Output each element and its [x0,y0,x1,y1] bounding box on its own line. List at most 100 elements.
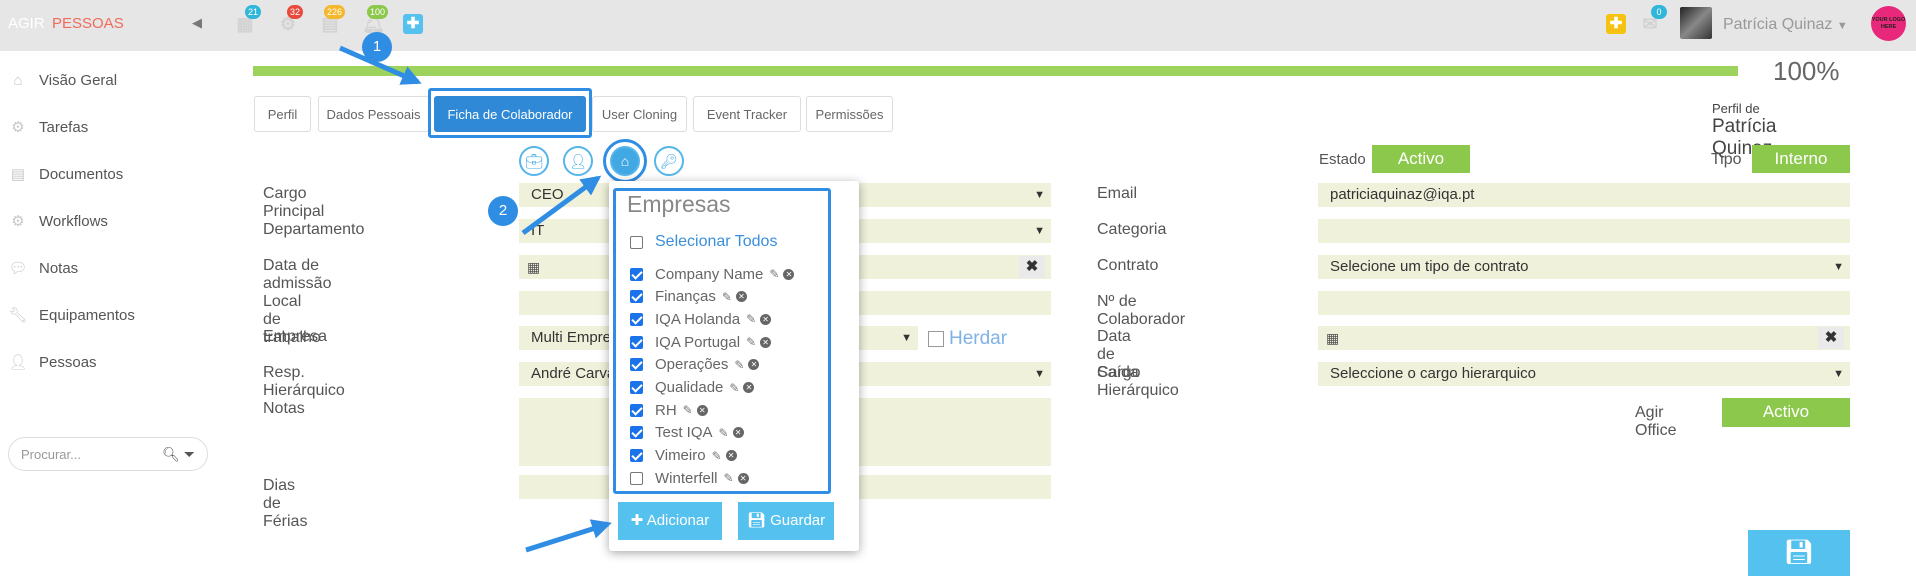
sidebar-item-notas[interactable]: 💬︎ Notas [8,253,78,283]
sidebar-item-documentos[interactable]: ▤ Documentos [8,159,123,189]
filter-icon[interactable]: ⏷ [184,446,195,462]
notifications-badge: 100 [367,5,389,19]
chevron-down-icon: ▼ [901,332,912,344]
key-icon[interactable]: 🔑︎ [654,146,684,176]
brand-pessoas[interactable]: PESSOAS [52,15,124,32]
building-icon-highlight [603,139,647,183]
user-name: Patrícia Quinaz [1723,16,1833,33]
chevron-down-icon: ▼ [1034,189,1045,201]
step-badge-2: 2 [488,196,518,226]
agir-office-toggle[interactable]: Activo [1722,398,1850,427]
email-label: Email [1097,185,1138,202]
estado-toggle[interactable]: Activo [1372,145,1470,173]
guardar-label: Guardar [770,512,826,529]
empresas-popup: Empresas Selecionar Todos Company Name ✎ ✕… [609,181,859,551]
contrato-label: Contrato [1097,257,1159,274]
company-list-highlight [613,188,831,494]
cargo-hierarquico-select[interactable]: Seleccione o cargo hierarquico ▼ [1318,362,1850,386]
chevron-down-icon: ▼ [1833,368,1844,380]
comments-icon: 💬︎ [8,260,28,277]
numero-colaborador-label: Nº de Colaborador [1097,293,1186,328]
calendar-icon[interactable]: ▦ [527,255,540,279]
user-menu[interactable]: Patrícia Quinaz ▼ [1723,16,1848,34]
numero-colaborador-input[interactable] [1318,291,1850,315]
quick-add-icon[interactable]: ✚ [1606,14,1626,34]
dias-ferias-label: Dias de Férias [263,477,308,530]
sidebar-item-label: Notas [39,259,79,277]
cargo-principal-value: CEO [531,186,564,203]
chevron-down-icon: ▼ [1836,20,1848,32]
user-tie-icon[interactable]: 👤︎ [563,146,593,176]
sidebar-item-visao-geral[interactable]: ⌂ Visão Geral [8,65,117,95]
estado-label: Estado [1319,151,1366,168]
gear-icon: ⚙ [11,119,25,136]
messages-badge: 0 [1651,5,1667,19]
tab-event-tracker[interactable]: Event Tracker [693,96,801,132]
contrato-select[interactable]: Selecione um tipo de contrato ▼ [1318,255,1850,279]
cogs-icon: ⚙ [11,213,25,230]
calendar-badge: 21 [245,5,262,19]
home-icon: ⌂ [13,71,23,89]
tab-perfil[interactable]: Perfil [254,96,311,132]
collapse-sidebar-icon[interactable]: ◀ [192,15,202,31]
briefcase-icon[interactable]: 💼︎ [519,146,549,176]
cargo-hierarquico-value: Seleccione o cargo hierarquico [1330,365,1536,382]
top-header: AGIR PESSOAS ◀ ▦ 21 ⚙ 32 ▤ 226 🔔︎ 100 ✚ … [0,0,1916,51]
sidebar-item-label: Workflows [39,212,108,230]
cargo-principal-label: Cargo Principal [263,185,325,220]
chevron-down-icon: ▼ [1833,261,1844,273]
document-icon: ▤ [10,166,26,183]
cargo-hierarquico-label: Cargo Hierárquico [1097,364,1179,399]
progress-percent: 100% [1773,56,1840,86]
sidebar-item-label: Visão Geral [39,71,118,89]
chevron-down-icon: ▼ [1034,368,1045,380]
search-filter-icons[interactable]: 🔍︎ ⏷ [162,446,195,463]
categoria-label: Categoria [1097,221,1167,238]
calendar-icon[interactable]: ▦ [1326,326,1339,350]
herdar-checkbox[interactable]: Herdar [928,328,1007,350]
data-saida-input[interactable]: ▦ ✖ [1318,326,1850,350]
step-badge-1: 1 [362,32,392,62]
wrench-icon: 🔧︎ [8,307,28,324]
sidebar-item-workflows[interactable]: ⚙ Workflows [8,206,108,236]
tab-dados-pessoais[interactable]: Dados Pessoais [318,96,429,132]
add-icon[interactable]: ✚ [403,14,423,34]
sidebar-item-equipamentos[interactable]: 🔧︎ Equipamentos [8,300,135,330]
sidebar-item-label: Equipamentos [39,306,135,324]
sidebar-item-label: Documentos [39,165,124,183]
avatar[interactable] [1680,7,1712,39]
departamento-label: Departamento [263,221,365,238]
tasks-badge: 32 [287,5,304,19]
tab-permissoes[interactable]: Permissões [806,96,893,132]
sidebar-item-pessoas[interactable]: 👤︎ Pessoas [8,347,96,377]
add-label: Adicionar [646,512,710,529]
profile-prefix: Perfil de [1712,101,1760,116]
documents-badge: 226 [324,5,346,19]
data-admissao-label: Data de admissão [263,257,332,292]
user-icon: 👤︎ [8,354,28,371]
search-input[interactable]: Procurar... 🔍︎ ⏷ [8,437,208,471]
herdar-box[interactable] [928,331,944,347]
guardar-button[interactable]: 💾︎ Guardar [738,502,834,540]
sidebar-item-tarefas[interactable]: ⚙ Tarefas [8,112,88,142]
save-icon: 💾︎ [1783,539,1815,566]
agir-office-label: Agir Office [1635,404,1677,439]
brand-agir[interactable]: AGIR [8,15,45,32]
clear-date-icon[interactable]: ✖ [1019,256,1045,278]
save-button[interactable]: 💾︎ [1748,530,1850,576]
empresa-label: Empresa [263,328,328,345]
sidebar-item-label: Tarefas [39,118,89,136]
email-input[interactable]: patriciaquinaz@iqa.pt [1318,183,1850,207]
tipo-toggle[interactable]: Interno [1752,145,1850,173]
resp-hierarquico-label: Resp. Hierárquico [263,364,345,399]
clear-date-icon[interactable]: ✖ [1818,327,1844,349]
search-icon[interactable]: 🔍︎ [162,446,180,462]
tab-user-cloning[interactable]: User Cloning [592,96,687,132]
profile-progress-bar [253,66,1738,76]
save-icon: 💾︎ [746,512,766,529]
email-value: patriciaquinaz@iqa.pt [1330,186,1475,203]
categoria-input[interactable] [1318,219,1850,243]
departamento-value: IT [531,222,545,239]
empresa-value: Multi Empre [531,329,612,346]
add-button[interactable]: ✚ Adicionar [618,502,722,540]
